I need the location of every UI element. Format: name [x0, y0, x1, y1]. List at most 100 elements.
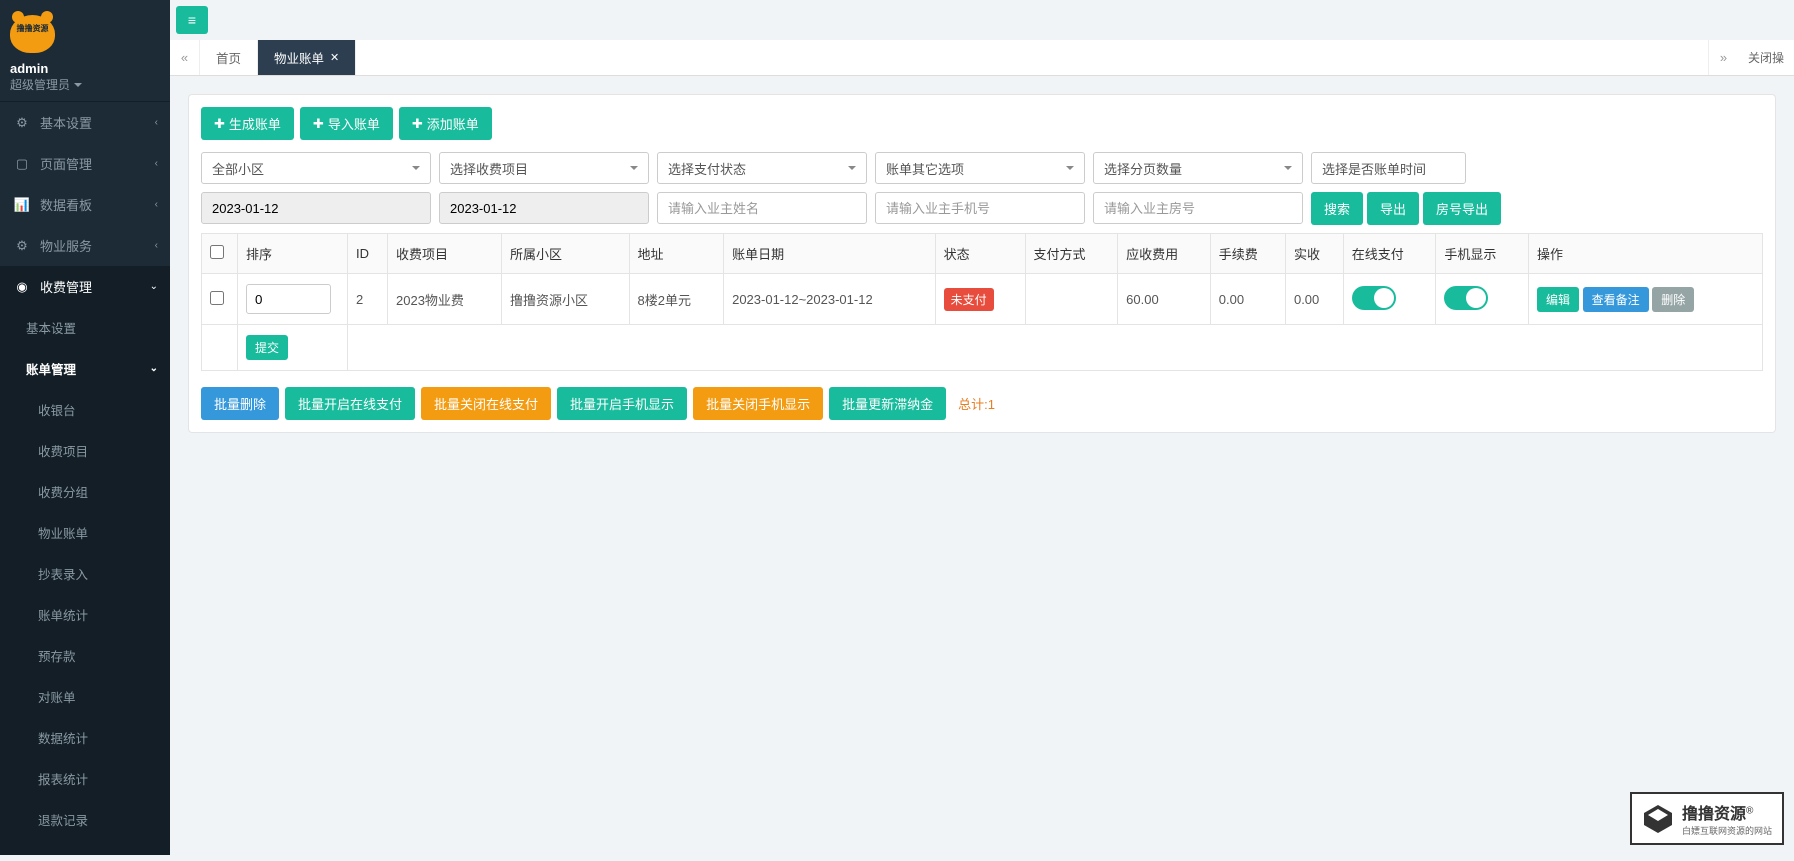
sidebar-sub-bill-record[interactable]: 账单记录: [0, 840, 170, 855]
user-role-dropdown[interactable]: 超级管理员: [10, 76, 160, 93]
sidebar-item-property-service[interactable]: ⚙ 物业服务 ‹: [0, 225, 170, 266]
content: ✚生成账单 ✚导入账单 ✚添加账单 全部小区 选择收费项目 选择支付状态: [170, 76, 1794, 451]
chevron-down-icon: ⌄: [150, 281, 158, 292]
page-count-select[interactable]: 选择分页数量: [1093, 152, 1303, 184]
room-no-input[interactable]: [1093, 192, 1303, 224]
bill-time-select[interactable]: 选择是否账单时间: [1311, 152, 1466, 184]
double-chevron-left-icon: «: [181, 50, 188, 65]
close-icon[interactable]: ✕: [330, 51, 339, 64]
sidebar-sub-report-stats[interactable]: 报表统计: [0, 758, 170, 799]
add-bill-button[interactable]: ✚添加账单: [399, 107, 492, 140]
close-tabs-action[interactable]: 关闭操: [1738, 40, 1794, 75]
table-row: 2 2023物业费 撸撸资源小区 8楼2单元 2023-01-12~2023-0…: [202, 274, 1763, 325]
batch-open-online-button[interactable]: 批量开启在线支付: [285, 387, 415, 420]
col-fee-due: 应收费用: [1118, 234, 1211, 274]
row-checkbox[interactable]: [210, 291, 224, 305]
status-badge: 未支付: [944, 288, 994, 311]
nav-section: ⚙ 基本设置 ‹ ▢ 页面管理 ‹ 📊 数据看板 ‹ ⚙ 物业服务 ‹ ◉ 收费…: [0, 101, 170, 855]
sort-input[interactable]: [246, 284, 331, 314]
submit-button[interactable]: 提交: [246, 335, 288, 360]
sidebar-sub-property-bill[interactable]: 物业账单: [0, 512, 170, 553]
double-chevron-right-icon: »: [1720, 50, 1727, 65]
plus-icon: ✚: [412, 116, 423, 132]
owner-phone-input[interactable]: [875, 192, 1085, 224]
pay-status-select[interactable]: 选择支付状态: [657, 152, 867, 184]
batch-close-mobile-button[interactable]: 批量关闭手机显示: [693, 387, 823, 420]
search-button[interactable]: 搜索: [1311, 192, 1363, 225]
sidebar-item-fee-manage[interactable]: ◉ 收费管理 ⌄: [0, 266, 170, 307]
caret-down-icon: [412, 166, 420, 174]
sidebar-sub-fee-group[interactable]: 收费分组: [0, 471, 170, 512]
sidebar-sub-data-stats[interactable]: 数据统计: [0, 717, 170, 758]
caret-down-icon: [1066, 166, 1074, 174]
view-note-button[interactable]: 查看备注: [1583, 287, 1649, 312]
delete-button[interactable]: 删除: [1652, 287, 1694, 312]
tab-property-bill[interactable]: 物业账单 ✕: [258, 40, 356, 75]
cell-actual: 0.00: [1285, 274, 1343, 325]
watermark: 撸撸资源® 白嫖互联网资源的网站: [1630, 792, 1784, 845]
col-status: 状态: [935, 234, 1025, 274]
col-mobile-show: 手机显示: [1436, 234, 1529, 274]
col-bill-date: 账单日期: [724, 234, 936, 274]
online-pay-toggle[interactable]: [1352, 286, 1396, 310]
sidebar-item-basic-settings[interactable]: ⚙ 基本设置 ‹: [0, 102, 170, 143]
col-pay-method: 支付方式: [1025, 234, 1118, 274]
batch-update-overdue-button[interactable]: 批量更新滞纳金: [829, 387, 946, 420]
nav-sub-bill: 收银台 收费项目 收费分组 物业账单 抄表录入 账单统计 预存款 对账单 数据统…: [0, 389, 170, 855]
mobile-show-toggle[interactable]: [1444, 286, 1488, 310]
logo: 撸撸资源: [10, 15, 55, 53]
tabs-bar: « 首页 物业账单 ✕ » 关闭操: [170, 40, 1794, 76]
tab-home[interactable]: 首页: [200, 40, 258, 75]
chevron-left-icon: ‹: [155, 199, 158, 210]
sidebar-sub-cashier[interactable]: 收银台: [0, 389, 170, 430]
caret-down-icon: [848, 166, 856, 174]
chevron-left-icon: ‹: [155, 117, 158, 128]
watermark-title: 撸撸资源: [1682, 806, 1746, 823]
hamburger-icon: ≡: [188, 12, 196, 28]
chevron-left-icon: ‹: [155, 158, 158, 169]
date-to-input[interactable]: [439, 192, 649, 224]
batch-close-online-button[interactable]: 批量关闭在线支付: [421, 387, 551, 420]
sidebar-sub-fee-item[interactable]: 收费项目: [0, 430, 170, 471]
date-from-input[interactable]: [201, 192, 431, 224]
select-all-checkbox[interactable]: [210, 245, 224, 259]
bill-table: 排序 ID 收费项目 所属小区 地址 账单日期 状态 支付方式 应收费用 手续费…: [201, 233, 1763, 371]
gear-icon: ⚙: [14, 115, 30, 131]
sidebar-item-page-manage[interactable]: ▢ 页面管理 ‹: [0, 143, 170, 184]
filter-row: 全部小区 选择收费项目 选择支付状态 账单其它选项 选择分页数量: [201, 152, 1763, 225]
community-select[interactable]: 全部小区: [201, 152, 431, 184]
watermark-sub: 白嫖互联网资源的网站: [1682, 824, 1772, 837]
batch-open-mobile-button[interactable]: 批量开启手机显示: [557, 387, 687, 420]
fee-item-select[interactable]: 选择收费项目: [439, 152, 649, 184]
edit-button[interactable]: 编辑: [1537, 287, 1579, 312]
export-button[interactable]: 导出: [1367, 192, 1419, 225]
room-export-button[interactable]: 房号导出: [1423, 192, 1501, 225]
chevron-down-icon: ⌄: [150, 363, 158, 374]
sidebar-sub-basic[interactable]: 基本设置: [0, 307, 170, 348]
sidebar-sub-reconcile[interactable]: 对账单: [0, 676, 170, 717]
money-icon: ◉: [14, 279, 30, 295]
owner-name-input[interactable]: [657, 192, 867, 224]
sidebar-item-data-board[interactable]: 📊 数据看板 ‹: [0, 184, 170, 225]
sidebar-sub-bill-stats[interactable]: 账单统计: [0, 594, 170, 635]
cell-bill-date: 2023-01-12~2023-01-12: [724, 274, 936, 325]
watermark-icon: [1642, 803, 1674, 835]
plus-icon: ✚: [214, 116, 225, 132]
cell-fee-item: 2023物业费: [388, 274, 502, 325]
sidebar-sub-bill-manage[interactable]: 账单管理 ⌄: [0, 348, 170, 389]
user-name: admin: [10, 61, 160, 76]
batch-delete-button[interactable]: 批量删除: [201, 387, 279, 420]
import-bill-button[interactable]: ✚导入账单: [300, 107, 393, 140]
sidebar-sub-refund-record[interactable]: 退款记录: [0, 799, 170, 840]
other-option-select[interactable]: 账单其它选项: [875, 152, 1085, 184]
sidebar-sub-prepay[interactable]: 预存款: [0, 635, 170, 676]
sidebar-sub-meter-input[interactable]: 抄表录入: [0, 553, 170, 594]
table-header-row: 排序 ID 收费项目 所属小区 地址 账单日期 状态 支付方式 应收费用 手续费…: [202, 234, 1763, 274]
sidebar-toggle-button[interactable]: ≡: [176, 6, 208, 34]
generate-bill-button[interactable]: ✚生成账单: [201, 107, 294, 140]
plus-icon: ✚: [313, 116, 324, 132]
col-sort: 排序: [238, 234, 348, 274]
tab-next-button[interactable]: »: [1708, 40, 1738, 75]
tab-prev-button[interactable]: «: [170, 40, 200, 75]
cell-address: 8楼2单元: [629, 274, 724, 325]
